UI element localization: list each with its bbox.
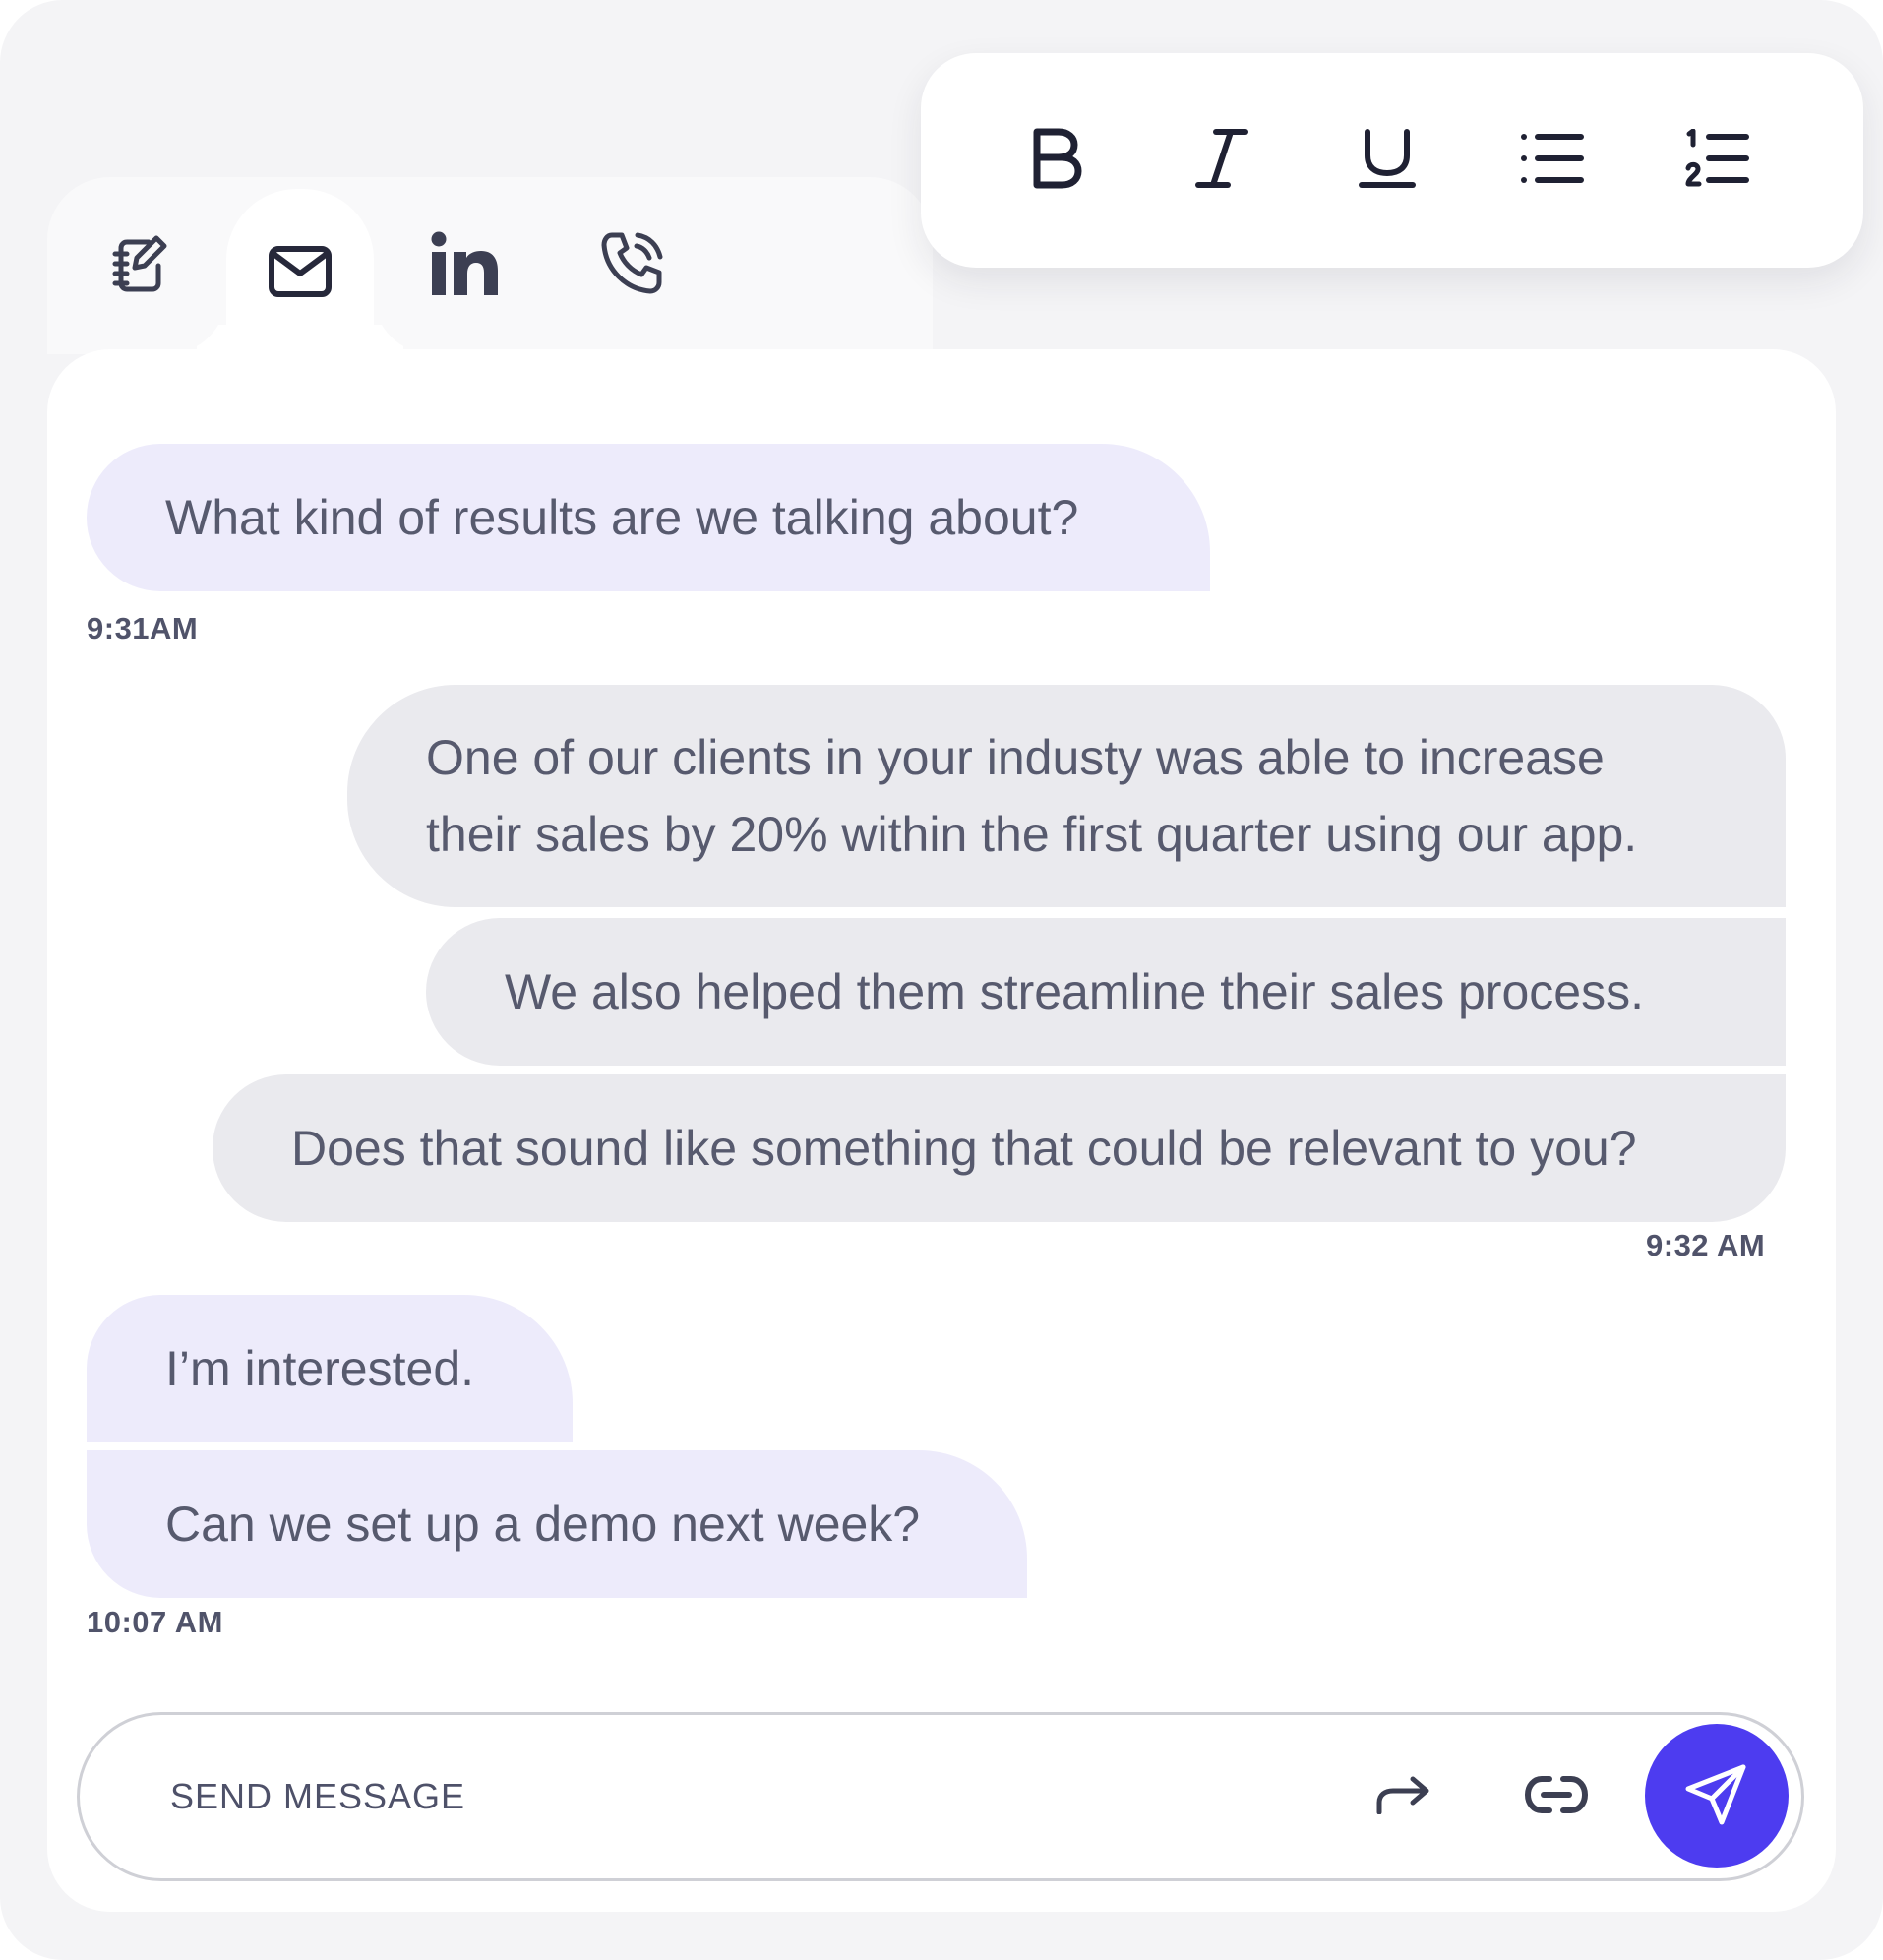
message-text: Does that sound like something that coul… [291,1121,1637,1176]
message-text-line: One of our clients in your industy was a… [426,730,1605,785]
attach-link-button[interactable] [1512,1715,1601,1878]
message-input[interactable]: SEND MESSAGE [170,1715,465,1878]
message-timestamp: 9:31AM [87,611,199,645]
forward-icon [1375,1775,1430,1819]
conversation-panel: What kind of results are we talking abou… [47,349,1836,1912]
send-button[interactable] [1645,1724,1789,1868]
italic-icon [1194,128,1249,194]
bold-button[interactable] [998,53,1116,268]
message-bubble-outgoing: Does that sound like something that coul… [213,1074,1786,1222]
message-bubble-incoming: I’m interested. [87,1295,573,1442]
channel-tabs [47,177,933,354]
link-icon [1524,1775,1589,1819]
underline-button[interactable] [1328,53,1446,268]
message-timestamp: 9:32 AM [1646,1228,1766,1262]
phone-call-icon [600,231,665,296]
bulleted-list-button[interactable] [1493,53,1611,268]
message-text: What kind of results are we talking abou… [165,490,1079,545]
tab-linkedin[interactable] [392,177,539,349]
bulleted-list-icon [1520,131,1585,191]
formatting-toolbar [921,53,1863,268]
chat-window: What kind of results are we talking abou… [0,0,1883,1960]
message-text: Can we set up a demo next week? [165,1497,921,1552]
message-composer[interactable]: SEND MESSAGE [77,1712,1804,1881]
message-bubble-outgoing: One of our clients in your industy was a… [347,685,1786,907]
message-bubble-outgoing: We also helped them streamline their sal… [426,918,1786,1066]
bold-icon [1029,128,1084,194]
linkedin-icon [431,231,500,296]
message-bubble-incoming: What kind of results are we talking abou… [87,444,1210,591]
message-text: I’m interested. [165,1341,475,1396]
tab-email[interactable] [226,189,374,354]
notes-icon [109,232,172,295]
mail-icon [268,244,333,299]
message-text: We also helped them streamline their sal… [505,964,1644,1019]
italic-button[interactable] [1163,53,1281,268]
numbered-list-icon [1685,128,1750,193]
message-bubble-incoming: Can we set up a demo next week? [87,1450,1027,1598]
message-text-line: their sales by 20% within the first quar… [426,807,1638,862]
tab-phone[interactable] [559,177,706,349]
forward-button[interactable] [1359,1715,1447,1878]
message-timestamp: 10:07 AM [87,1605,223,1639]
numbered-list-button[interactable] [1659,53,1777,268]
send-icon [1684,1761,1749,1831]
underline-icon [1358,128,1417,194]
